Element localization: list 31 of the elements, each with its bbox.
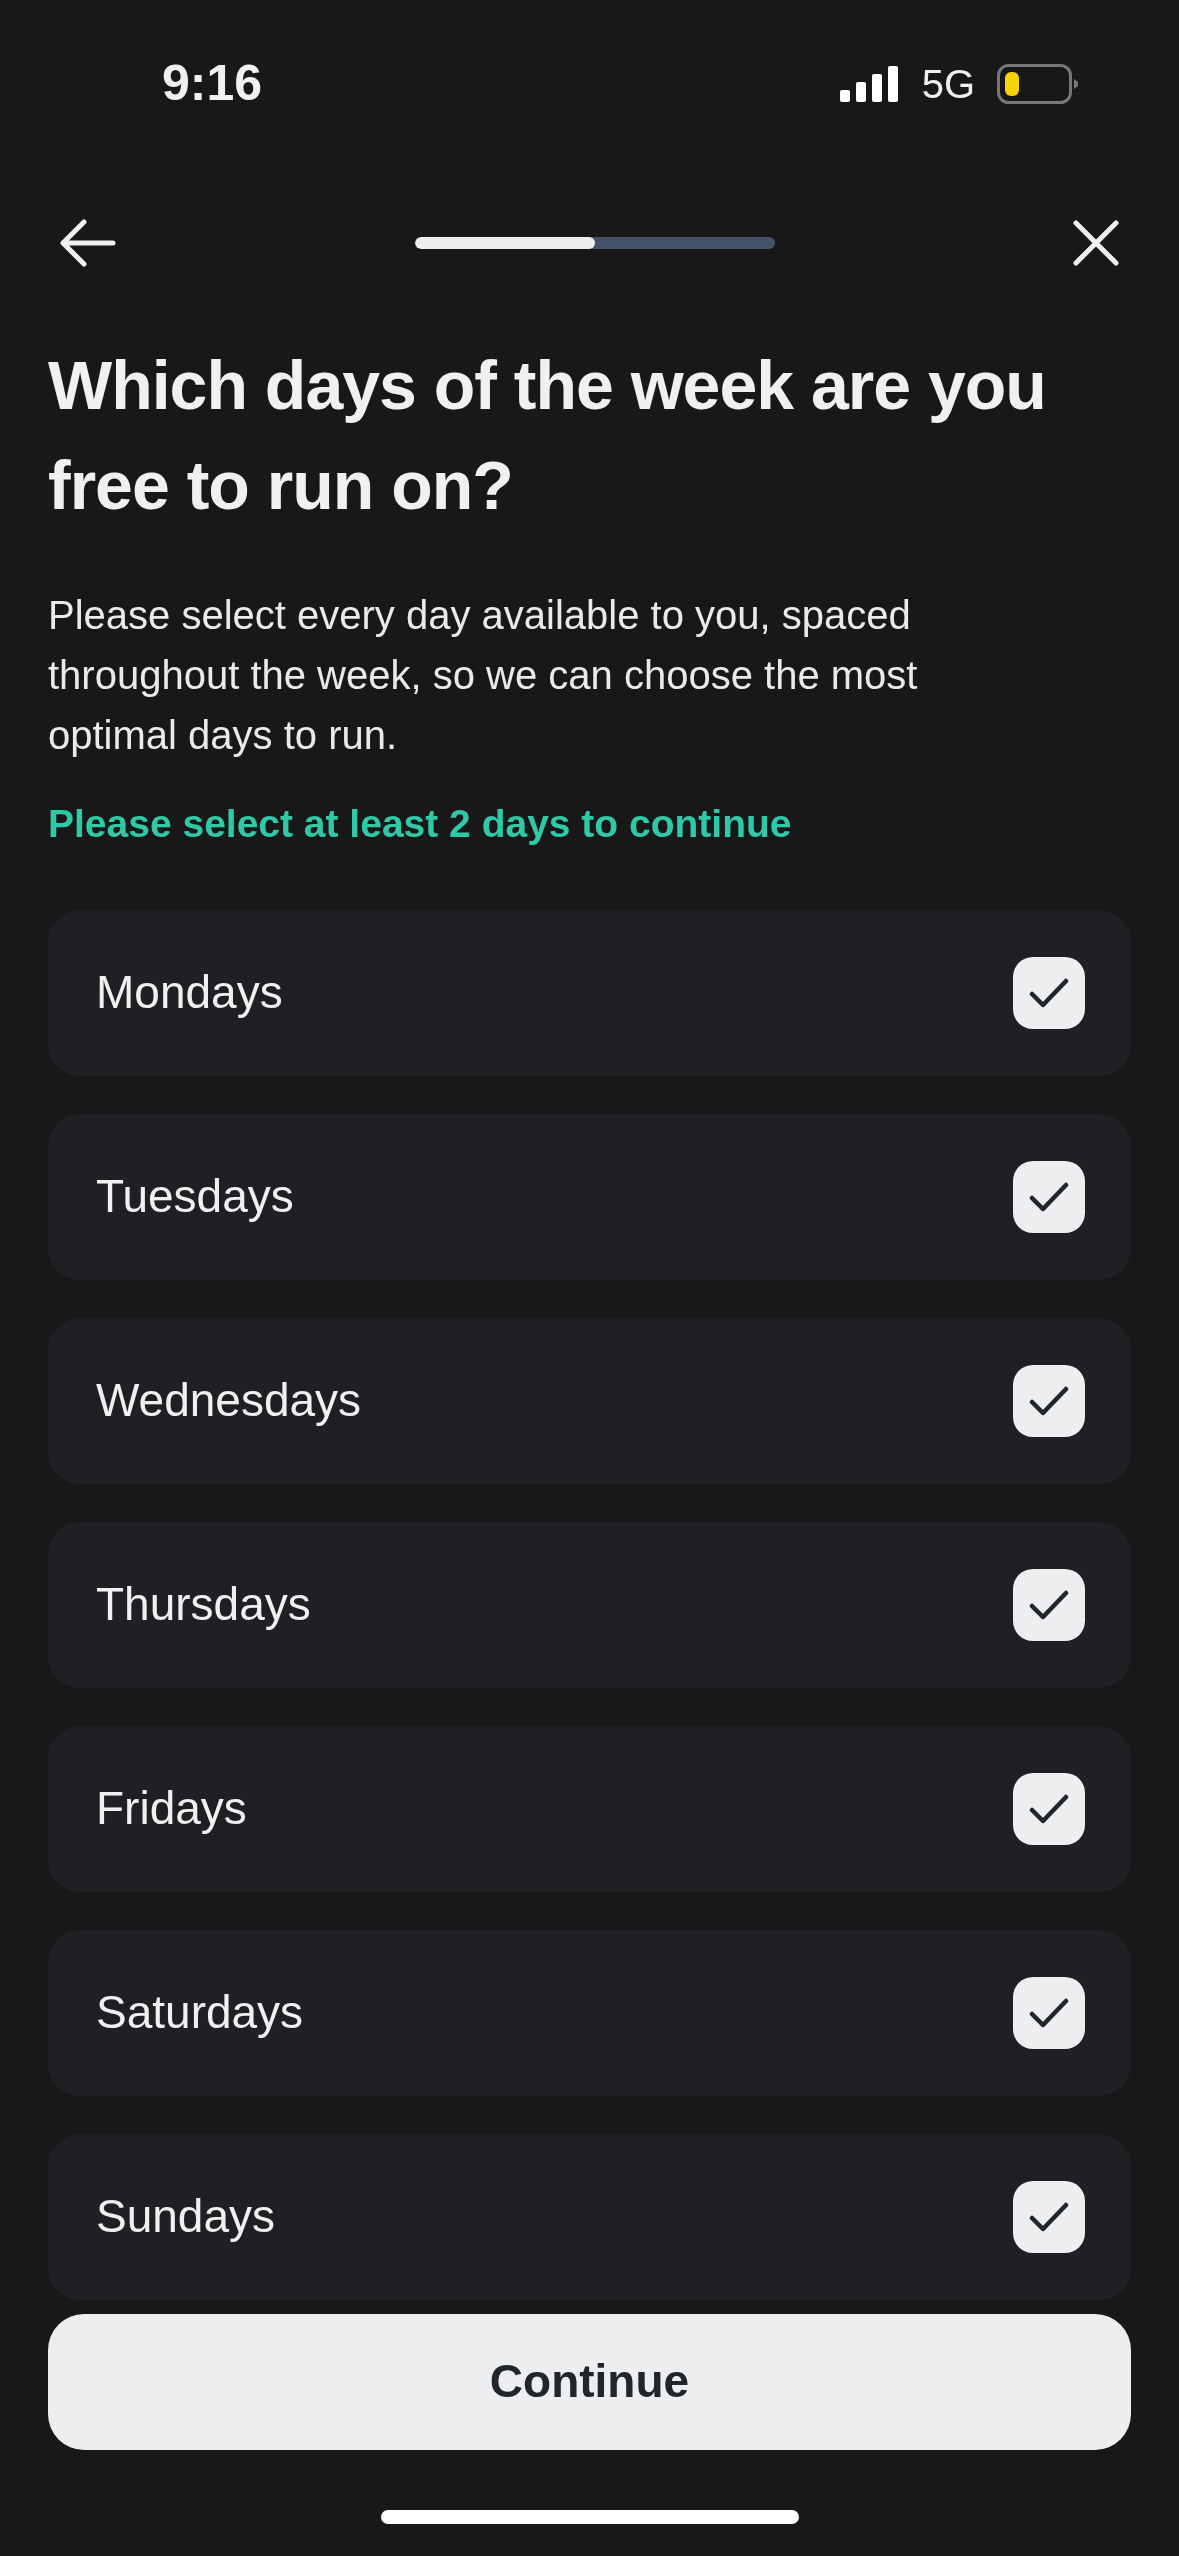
close-icon[interactable] (1073, 219, 1119, 266)
checkbox[interactable] (1013, 1976, 1085, 2049)
check-icon (1029, 1588, 1069, 1621)
page-title: Which days of the week are you free to run on? (48, 346, 1047, 525)
day-option[interactable]: Tuesdays (48, 1113, 1131, 1280)
status-time: 9:16 (162, 54, 263, 113)
check-icon (1029, 976, 1069, 1009)
check-icon (1029, 1384, 1069, 1417)
check-icon (1029, 1792, 1069, 1825)
day-option[interactable]: Thursdays (48, 1521, 1131, 1688)
day-option[interactable]: Saturdays (48, 1929, 1131, 2096)
check-icon (1029, 2200, 1069, 2233)
checkbox[interactable] (1013, 2180, 1085, 2253)
check-icon (1029, 1180, 1069, 1213)
back-arrow-icon[interactable] (60, 218, 116, 267)
day-option[interactable]: Mondays (48, 909, 1131, 1076)
continue-button[interactable]: Continue (48, 2313, 1131, 2450)
battery-icon (997, 63, 1079, 104)
day-option[interactable]: Wednesdays (48, 1317, 1131, 1484)
hint-text: Please select at least 2 days to continue (48, 801, 793, 847)
signal-icon (839, 65, 900, 102)
checkbox[interactable] (1013, 956, 1085, 1029)
checkbox[interactable] (1013, 1160, 1085, 1233)
checkbox[interactable] (1013, 1568, 1085, 1641)
checkbox[interactable] (1013, 1364, 1085, 1437)
day-option[interactable]: Fridays (48, 1725, 1131, 1892)
checkbox[interactable] (1013, 1772, 1085, 1845)
description-text: Please select every day available to you, spaced throughout the week, so we can choose the most optimal days to run. (48, 592, 919, 759)
day-option[interactable]: Sundays (48, 2133, 1131, 2300)
network-label: 5G (921, 60, 975, 108)
check-icon (1029, 1996, 1069, 2029)
